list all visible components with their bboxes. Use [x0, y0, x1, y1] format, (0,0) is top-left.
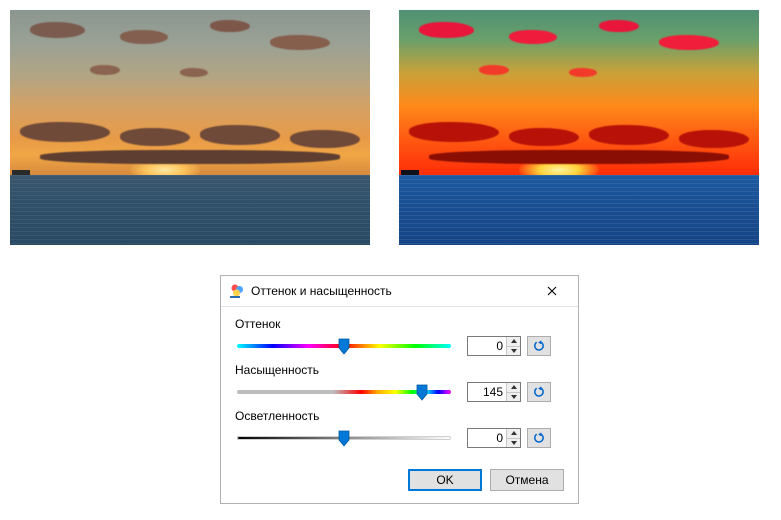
titlebar: Оттенок и насыщенность	[221, 276, 578, 307]
dialog-body: Оттенок	[221, 307, 578, 463]
lightness-spinner-down[interactable]	[507, 439, 520, 448]
cloud	[679, 130, 749, 148]
cloud	[270, 35, 330, 50]
waves	[10, 175, 370, 245]
cloud	[509, 30, 557, 44]
hue-saturation-dialog: Оттенок и насыщенность Оттенок	[220, 275, 579, 504]
cloud	[599, 20, 639, 32]
hue-slider[interactable]	[235, 335, 453, 357]
cloud	[200, 125, 280, 145]
cloud	[90, 65, 120, 75]
saturation-slider[interactable]	[235, 381, 453, 403]
saturation-thumb[interactable]	[415, 383, 429, 401]
cloud	[30, 22, 85, 38]
lightness-spinner-up[interactable]	[507, 429, 520, 439]
cloud	[120, 30, 168, 44]
lightness-label: Осветленность	[235, 409, 564, 423]
ok-button[interactable]: OK	[408, 469, 482, 491]
lightness-spinner[interactable]	[467, 428, 521, 448]
hue-spinner[interactable]	[467, 336, 521, 356]
cloud	[479, 65, 509, 75]
app-icon	[229, 283, 245, 299]
cloud	[659, 35, 719, 50]
hue-reset-button[interactable]	[527, 336, 551, 356]
cloud	[409, 122, 499, 142]
cloud	[429, 150, 729, 164]
saturation-label: Насыщенность	[235, 363, 564, 377]
dialog-title: Оттенок и насыщенность	[251, 284, 532, 298]
lightness-input[interactable]	[468, 429, 506, 447]
cloud	[509, 128, 579, 146]
close-button[interactable]	[532, 277, 572, 305]
lightness-slider[interactable]	[235, 427, 453, 449]
hue-spinner-up[interactable]	[507, 337, 520, 347]
lightness-row: Осветленность	[235, 409, 564, 449]
saturation-spinner-up[interactable]	[507, 383, 520, 393]
cloud	[569, 68, 597, 77]
hue-thumb[interactable]	[337, 337, 351, 355]
preview-row	[10, 10, 770, 255]
reset-icon	[533, 432, 546, 444]
hue-label: Оттенок	[235, 317, 564, 331]
cloud	[40, 150, 340, 164]
cloud	[419, 22, 474, 38]
saturation-spinner[interactable]	[467, 382, 521, 402]
saturation-input[interactable]	[468, 383, 506, 401]
lightness-thumb[interactable]	[337, 429, 351, 447]
cloud	[20, 122, 110, 142]
reset-icon	[533, 386, 546, 398]
cloud	[120, 128, 190, 146]
cloud	[290, 130, 360, 148]
cancel-button[interactable]: Отмена	[490, 469, 564, 491]
saturation-reset-button[interactable]	[527, 382, 551, 402]
waves	[399, 175, 759, 245]
dialog-footer: OK Отмена	[221, 463, 578, 503]
hue-spinner-down[interactable]	[507, 347, 520, 356]
close-icon	[547, 286, 557, 296]
cloud	[589, 125, 669, 145]
preview-adjusted	[399, 10, 759, 245]
cloud	[210, 20, 250, 32]
saturation-spinner-down[interactable]	[507, 393, 520, 402]
hue-input[interactable]	[468, 337, 506, 355]
reset-icon	[533, 340, 546, 352]
cloud	[180, 68, 208, 77]
saturation-row: Насыщенность	[235, 363, 564, 403]
hue-row: Оттенок	[235, 317, 564, 357]
lightness-reset-button[interactable]	[527, 428, 551, 448]
preview-original	[10, 10, 370, 245]
